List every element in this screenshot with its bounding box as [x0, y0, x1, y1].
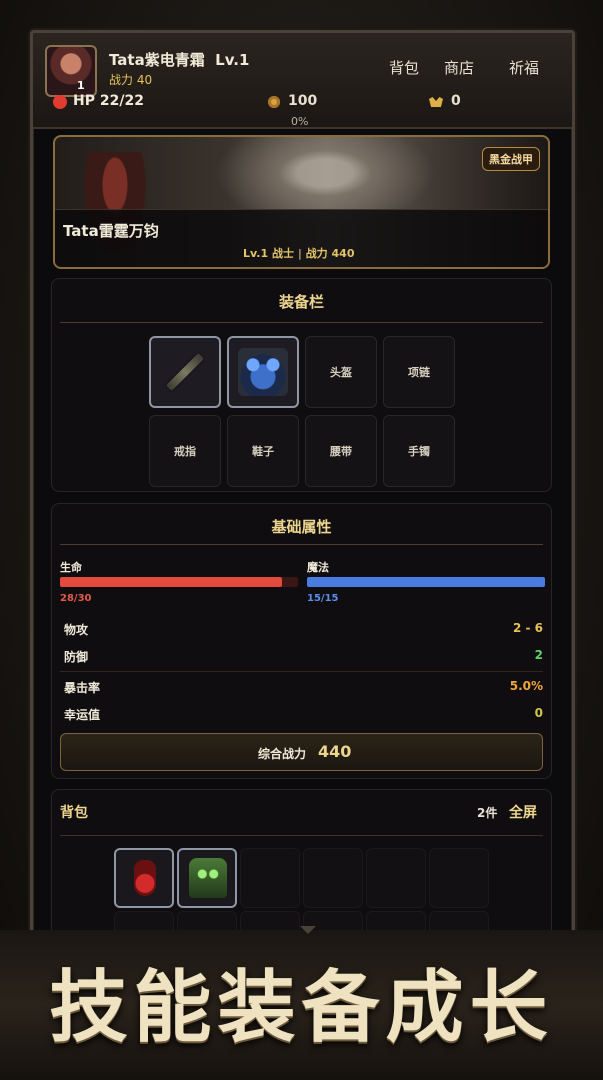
hero-power: 战力 440	[305, 247, 355, 260]
inventory-slot[interactable]	[429, 848, 489, 908]
hp-bar-label: 生命	[60, 561, 82, 574]
stat-value: 5.0%	[509, 679, 543, 693]
equipment-title: 装备栏	[278, 293, 324, 311]
mp-bar-fill	[307, 577, 545, 587]
hp-orb-icon	[53, 95, 67, 109]
hp-bar-fill	[60, 577, 283, 587]
mp-bar	[307, 577, 545, 587]
coin-count: 100	[288, 93, 318, 109]
avatar-level: 1	[77, 79, 85, 92]
inventory-slot[interactable]	[366, 848, 426, 908]
inventory-title: 背包	[60, 805, 88, 821]
inventory-slot[interactable]	[114, 848, 174, 908]
attributes-divider	[60, 544, 543, 545]
stat-label: 物攻	[64, 623, 89, 637]
stat-row-luck: 幸运值 0	[64, 701, 543, 727]
stat-value: 2	[534, 648, 543, 662]
inventory-panel: 背包 2件 全屏	[51, 789, 552, 932]
inventory-slot[interactable]	[303, 848, 363, 908]
hp-label: HP	[73, 93, 95, 109]
hero-class: 战士	[271, 247, 294, 260]
stat-label: 暴击率	[64, 681, 101, 695]
equip-slot-helmet[interactable]: 头盔	[305, 336, 377, 408]
hero-level: Lv.1	[243, 247, 269, 260]
player-name-level: Tata紫电青霜 Lv.1	[109, 49, 249, 70]
frame-ornament	[300, 926, 316, 934]
stat-row-attack: 物攻 2 - 6	[64, 616, 543, 642]
nav-pray[interactable]: 祈福	[509, 57, 539, 78]
fullscreen-button[interactable]: 全屏	[509, 802, 537, 822]
power-value: 40	[136, 73, 153, 87]
sword-icon	[165, 352, 205, 392]
stat-row-crit: 暴击率 5.0%	[64, 674, 543, 700]
attributes-title: 基础属性	[271, 518, 332, 536]
nav-shop[interactable]: 商店	[444, 57, 474, 78]
total-power-label: 综合战力	[258, 747, 307, 761]
mp-bar-value: 15/15	[307, 593, 339, 604]
stat-row-defense: 防御 2	[64, 643, 543, 669]
stat-divider	[60, 671, 543, 672]
equip-slot-boots[interactable]: 鞋子	[227, 415, 299, 487]
hero-name: Tata雷霆万钧	[63, 222, 159, 240]
nav-bag[interactable]: 背包	[389, 57, 419, 78]
equipment-divider	[60, 322, 543, 323]
stat-value: 2 - 6	[512, 621, 543, 635]
total-power-value: 440	[318, 742, 352, 761]
stat-label: 防御	[64, 650, 89, 664]
equip-slot-armor[interactable]	[227, 336, 299, 408]
potion-icon	[134, 860, 156, 896]
stat-value: 0	[534, 706, 543, 720]
stat-label: 幸运值	[64, 708, 101, 722]
player-name: Tata紫电青霜	[109, 51, 205, 69]
hp-bar-value: 28/30	[60, 593, 92, 604]
hp-value: 22/22	[99, 93, 144, 109]
inventory-count: 2件	[477, 806, 498, 820]
attributes-panel: 基础属性 生命 28/30 魔法 15/15 物攻 2 - 6 防御 2 暴击率…	[51, 503, 552, 779]
hp-bar	[60, 577, 298, 587]
inventory-slot[interactable]	[240, 848, 300, 908]
equip-slot-belt[interactable]: 腰带	[305, 415, 377, 487]
inventory-slot[interactable]	[177, 848, 237, 908]
player-power: 战力 40	[109, 71, 152, 88]
game-window: 1 Tata紫电青霜 Lv.1 战力 40 背包 商店 祈福 HP 22/22 …	[30, 30, 575, 935]
exp-percent: 0%	[291, 115, 309, 128]
equipment-panel: 装备栏 头盔 项链 戒指 鞋子 腰带 手镯	[51, 278, 552, 492]
ingot-count: 0	[451, 93, 461, 109]
equip-slot-weapon[interactable]	[149, 336, 221, 408]
ingot-icon	[429, 97, 443, 107]
equip-slot-necklace[interactable]: 项链	[383, 336, 455, 408]
helmet-icon	[189, 858, 227, 898]
hero-banner[interactable]: 黑金战甲 Tata雷霆万钧 Lv.1 战士 | 战力 440	[53, 135, 550, 269]
player-avatar[interactable]	[45, 45, 97, 97]
inventory-divider	[60, 835, 543, 836]
hero-info: Tata雷霆万钧 Lv.1 战士 | 战力 440	[55, 209, 548, 267]
armor-badge[interactable]: 黑金战甲	[482, 147, 540, 171]
hero-subline: Lv.1 战士 | 战力 440	[243, 247, 355, 260]
total-power-bar: 综合战力 440	[60, 733, 543, 771]
top-status-bar: 1 Tata紫电青霜 Lv.1 战力 40 背包 商店 祈福 HP 22/22 …	[33, 33, 572, 129]
equip-slot-bracelet[interactable]: 手镯	[383, 415, 455, 487]
equip-slot-ring[interactable]: 戒指	[149, 415, 221, 487]
player-level: Lv.1	[215, 51, 250, 69]
mp-bar-label: 魔法	[307, 561, 329, 574]
promo-slogan: 技能装备成长	[49, 962, 554, 1053]
armor-icon	[238, 348, 288, 396]
power-label: 战力	[109, 73, 134, 87]
hp-display: HP 22/22	[73, 93, 144, 109]
coin-icon	[268, 96, 280, 108]
